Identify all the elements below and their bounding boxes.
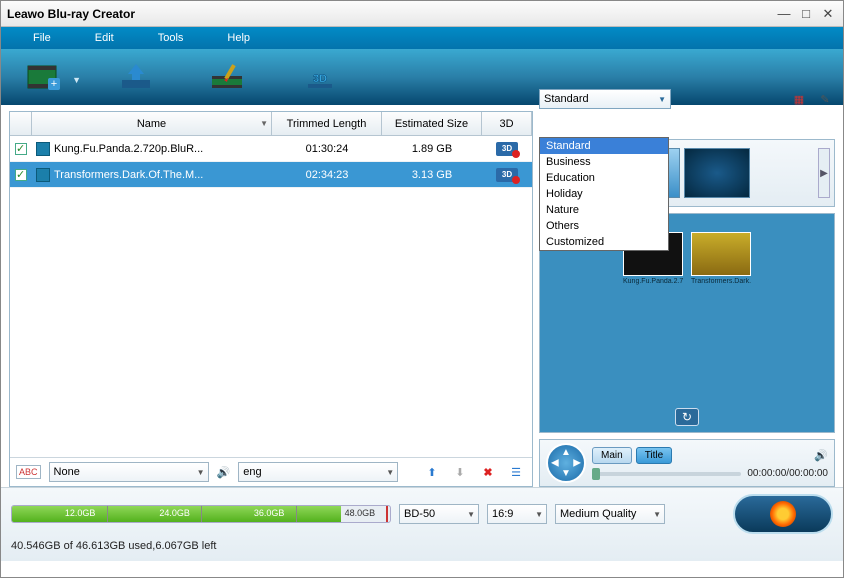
edit-theme-button[interactable]: ✎ (815, 89, 835, 109)
audio-select[interactable]: eng▼ (238, 462, 398, 482)
theme-option-education[interactable]: Education (540, 170, 668, 186)
preview-thumb (691, 232, 751, 276)
aspect-select[interactable]: 16:9▼ (487, 504, 547, 524)
preview-item[interactable]: Transformers.Dark.Of.T (691, 232, 751, 285)
remove-button[interactable]: ✖ (478, 462, 498, 482)
theme-option-standard[interactable]: Standard (540, 138, 668, 154)
dpad-right-icon: ▶ (573, 458, 581, 469)
dpad-control[interactable]: ▲ ▼ ◀ ▶ (546, 443, 586, 483)
film-icon (36, 168, 50, 182)
titlebar: Leawo Blu-ray Creator — □ ✕ (1, 1, 843, 27)
tab-title[interactable]: Title (636, 447, 673, 464)
table-row[interactable]: Kung.Fu.Panda.2.720p.BluR... 01:30:24 1.… (10, 136, 532, 162)
gauge-mark: 48.0GB (345, 508, 376, 518)
row-est: 3.13 GB (382, 169, 482, 181)
row-name: Transformers.Dark.Of.The.M... (54, 169, 203, 181)
right-pane: Standard▼ ▦ ✎ Standard Business Educatio… (539, 111, 835, 487)
audio-icon: 🔊 (217, 466, 231, 479)
theme-category-select[interactable]: Standard▼ (539, 89, 671, 109)
preview-caption: Transformers.Dark.Of.T (691, 278, 751, 285)
theme-thumb[interactable] (684, 148, 750, 198)
gauge-mark: 12.0GB (65, 508, 96, 518)
col-name[interactable]: Name▼ (32, 112, 272, 135)
timecode: 00:00:00/00:00:00 (747, 468, 828, 479)
row-checkbox[interactable] (15, 143, 27, 155)
svg-text:3D: 3D (313, 73, 327, 85)
theme-next-button[interactable]: ▶ (818, 148, 830, 198)
film-icon (36, 142, 50, 156)
edit-video-button[interactable] (201, 57, 255, 97)
flame-icon (770, 501, 796, 527)
loop-button[interactable]: ↻ (675, 408, 699, 426)
preview-caption: Kung.Fu.Panda.2.720p. (623, 278, 683, 285)
file-list-pane: Name▼ Trimmed Length Estimated Size 3D K… (9, 111, 533, 487)
3d-badge-icon[interactable]: 3D (496, 142, 518, 156)
list-options-button[interactable]: ☰ (506, 462, 526, 482)
menu-help[interactable]: Help (205, 32, 272, 44)
window-title: Leawo Blu-ray Creator (7, 7, 135, 21)
theme-dropdown: Standard Business Education Holiday Natu… (539, 137, 669, 251)
theme-strip: Standard Business Education Holiday Natu… (539, 139, 835, 207)
close-button[interactable]: ✕ (819, 6, 837, 22)
tab-main[interactable]: Main (592, 447, 632, 464)
bottom-bar: 12.0GB 24.0GB 36.0GB 48.0GB BD-50▼ 16:9▼… (1, 487, 843, 561)
move-up-button[interactable]: ⬆ (422, 462, 442, 482)
burn-button[interactable] (733, 494, 833, 534)
dpad-left-icon: ◀ (551, 458, 559, 469)
subtitle-icon: ABC (16, 465, 41, 479)
move-down-button[interactable]: ⬇ (450, 462, 470, 482)
minimize-button[interactable]: — (775, 6, 793, 22)
col-trimmed[interactable]: Trimmed Length (272, 112, 382, 135)
col-estimated[interactable]: Estimated Size (382, 112, 482, 135)
volume-icon[interactable]: 🔊 (814, 449, 828, 462)
menu-file[interactable]: File (11, 32, 73, 44)
3d-button[interactable]: 3D (293, 57, 347, 97)
status-text: 40.546GB of 46.613GB used,6.067GB left (11, 540, 833, 552)
chevron-down-icon: ▼ (72, 75, 81, 85)
import-button[interactable] (109, 57, 163, 97)
dpad-up-icon: ▲ (561, 447, 571, 458)
row-est: 1.89 GB (382, 143, 482, 155)
col-check[interactable] (10, 112, 32, 135)
svg-text:+: + (51, 78, 57, 90)
column-headers: Name▼ Trimmed Length Estimated Size 3D (10, 112, 532, 136)
toolbar: + ▼ 3D (1, 49, 843, 105)
menubar: File Edit Tools Help (1, 27, 843, 49)
table-row[interactable]: Transformers.Dark.Of.The.M... 02:34:23 3… (10, 162, 532, 188)
theme-option-holiday[interactable]: Holiday (540, 186, 668, 202)
delete-theme-button[interactable]: ▦ (789, 89, 809, 109)
row-trimmed: 01:30:24 (272, 143, 382, 155)
theme-option-others[interactable]: Others (540, 218, 668, 234)
theme-option-nature[interactable]: Nature (540, 202, 668, 218)
row-checkbox[interactable] (15, 169, 27, 181)
list-footer: ABC None▼ 🔊 eng▼ ⬆ ⬇ ✖ ☰ (10, 457, 532, 486)
quality-select[interactable]: Medium Quality▼ (555, 504, 665, 524)
row-name: Kung.Fu.Panda.2.720p.BluR... (54, 143, 203, 155)
seek-slider[interactable] (592, 472, 741, 476)
dpad-down-icon: ▼ (561, 468, 571, 479)
preview-controls: ▲ ▼ ◀ ▶ Main Title 🔊 00:00:00/00:00:00 (539, 439, 835, 487)
maximize-button[interactable]: □ (797, 6, 815, 22)
subtitle-select[interactable]: None▼ (49, 462, 209, 482)
add-video-button[interactable]: + ▼ (17, 57, 71, 97)
gauge-mark: 36.0GB (254, 508, 285, 518)
theme-option-customized[interactable]: Customized (540, 234, 668, 250)
menu-edit[interactable]: Edit (73, 32, 136, 44)
3d-badge-icon[interactable]: 3D (496, 168, 518, 182)
row-trimmed: 02:34:23 (272, 169, 382, 181)
size-gauge: 12.0GB 24.0GB 36.0GB 48.0GB (11, 505, 391, 523)
menu-tools[interactable]: Tools (136, 32, 206, 44)
disc-type-select[interactable]: BD-50▼ (399, 504, 479, 524)
gauge-mark: 24.0GB (159, 508, 190, 518)
col-3d[interactable]: 3D (482, 112, 532, 135)
theme-option-business[interactable]: Business (540, 154, 668, 170)
